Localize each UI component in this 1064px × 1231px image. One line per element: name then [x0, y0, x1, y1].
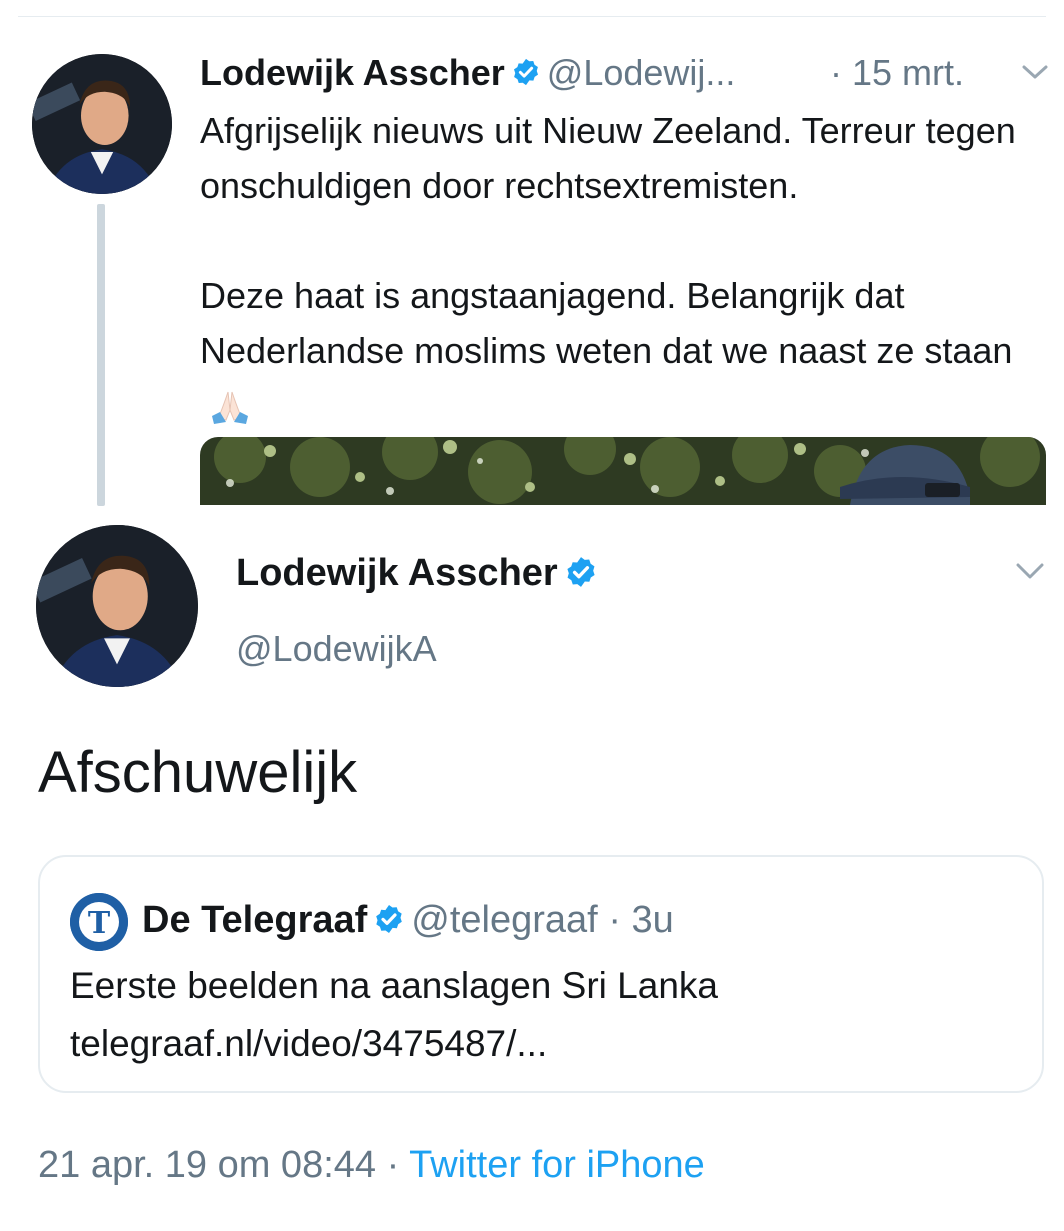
meta-separator: · — [386, 1144, 400, 1186]
tweet-time[interactable]: · 15 mrt. — [830, 48, 964, 98]
tweet-text: Afschuwelijk — [38, 740, 358, 805]
thread-connector — [97, 204, 105, 506]
avatar-photo — [32, 54, 172, 194]
top-divider — [18, 16, 1046, 17]
chevron-down-icon[interactable] — [1014, 560, 1046, 582]
quoted-author-handle[interactable]: @telegraaf — [411, 899, 597, 941]
tweet-media-image[interactable] — [200, 437, 1046, 505]
tweet-meta: 21 apr. 19 om 08:44 · Twitter for iPhone — [38, 1138, 705, 1192]
tweet-text: Afgrijselijk nieuws uit Nieuw Zeeland. T… — [200, 103, 1050, 433]
trees-photo — [200, 437, 1046, 505]
quoted-tweet-header: De Telegraaf @telegraaf · 3u — [142, 895, 674, 945]
author-name[interactable]: Lodewijk Asscher — [200, 52, 505, 93]
quoted-author-name[interactable]: De Telegraaf — [142, 899, 367, 941]
avatar[interactable] — [36, 525, 198, 687]
author-name-row[interactable]: Lodewijk Asscher — [236, 548, 604, 598]
tweet-paragraph: Afgrijselijk nieuws uit Nieuw Zeeland. T… — [200, 110, 1016, 206]
telegraaf-logo-icon: T — [70, 893, 128, 951]
verified-badge-icon — [376, 904, 403, 933]
quoted-tweet-line: Eerste beelden na aanslagen Sri Lanka — [70, 965, 718, 1006]
svg-text:T: T — [88, 906, 111, 941]
folded-hands-emoji-icon — [212, 392, 248, 425]
quoted-tweet-card[interactable]: T De Telegraaf @telegraaf · 3u Eerste bee… — [38, 855, 1044, 1093]
author-handle[interactable]: @LodewijkA — [236, 624, 437, 674]
author-handle[interactable]: @Lodewij... — [547, 52, 736, 93]
quoted-tweet-text: Eerste beelden na aanslagen Sri Lanka te… — [70, 957, 1010, 1073]
tweet-paragraph: Deze haat is angstaanjagend. Belangrijk … — [200, 268, 1050, 433]
tweet-header: Lodewijk Asscher @Lodewij... · 15 mrt. — [200, 48, 1050, 98]
quoted-tweet-time: · 3u — [608, 899, 674, 941]
tweet-source-link[interactable]: Twitter for iPhone — [409, 1144, 705, 1186]
verified-badge-icon — [567, 557, 595, 587]
chevron-down-icon[interactable] — [1020, 62, 1050, 82]
tweet-timestamp[interactable]: 21 apr. 19 om 08:44 — [38, 1144, 376, 1186]
quoted-tweet-link[interactable]: telegraaf.nl/video/3475487/... — [70, 1015, 1010, 1073]
avatar[interactable] — [32, 54, 172, 194]
avatar-photo — [36, 525, 198, 687]
verified-badge-icon — [513, 59, 538, 86]
author-name[interactable]: Lodewijk Asscher — [236, 552, 558, 594]
